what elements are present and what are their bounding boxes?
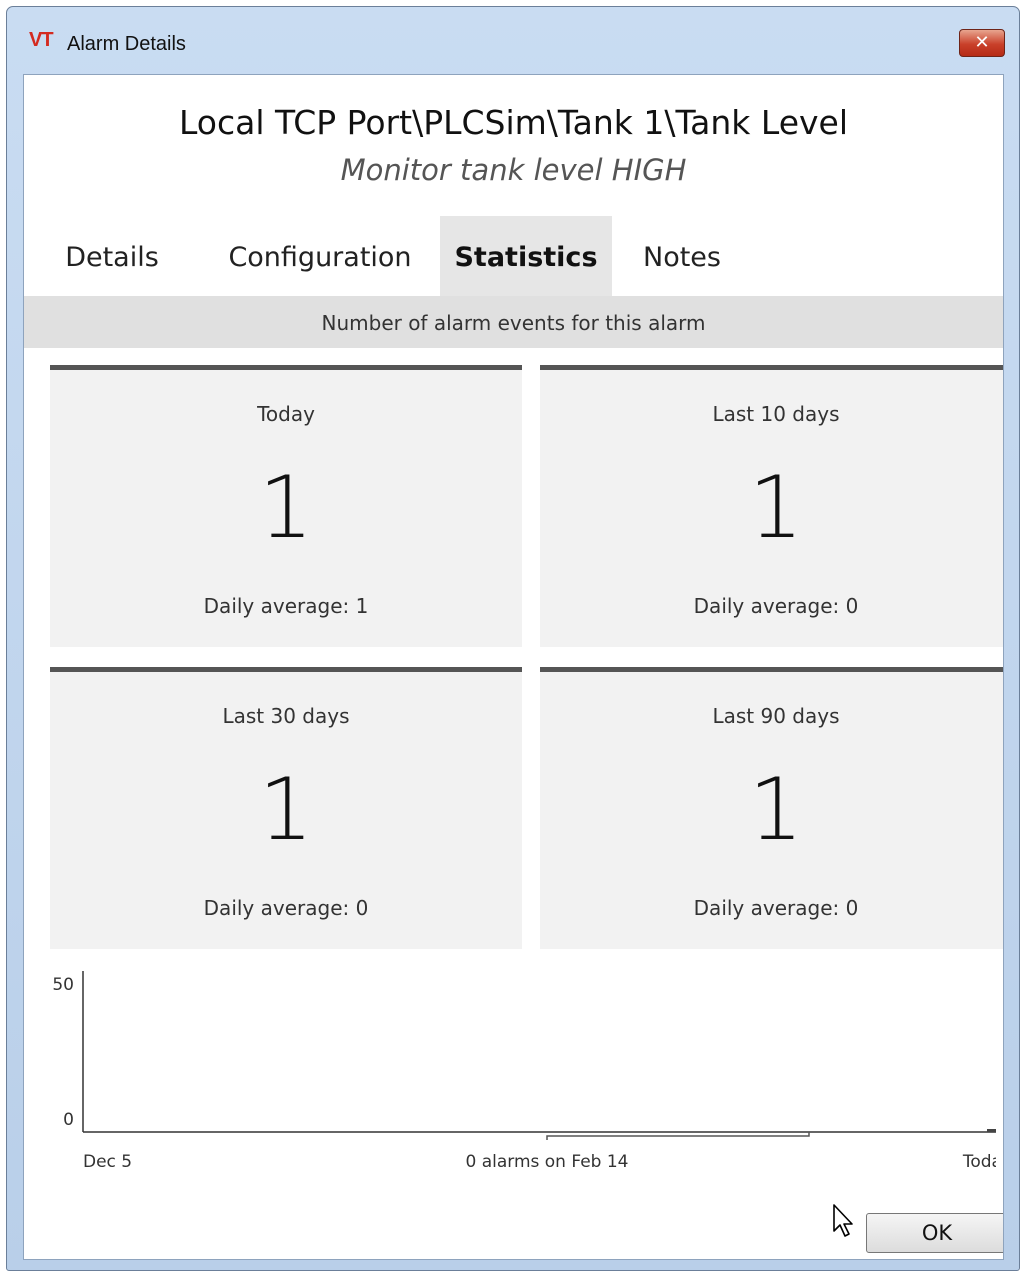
card-count: 1 [258,458,314,558]
card-title: Today [257,402,315,426]
card-daily-average: Daily average: 0 [203,896,369,920]
alarm-details-window: VT Alarm Details ✕ Local TCP Port\PLCSim… [6,6,1020,1271]
card-title: Last 30 days [222,704,350,728]
card-count: 1 [258,760,314,860]
ok-button[interactable]: OK [866,1213,1003,1253]
alarm-history-chart[interactable]: 50 0 Dec 5 0 alarms on Feb 14 Today [46,967,996,1187]
x-label-end: Today [962,1152,996,1172]
app-logo-icon: VT [29,29,54,51]
chart-bar[interactable] [987,1129,996,1132]
card-count: 1 [748,760,804,860]
dialog-body: Local TCP Port\PLCSim\Tank 1\Tank Level … [23,74,1004,1260]
stat-card-last-30-days: Last 30 days 1 Daily average: 0 [50,667,522,949]
stat-card-today: Today 1 Daily average: 1 [50,365,522,647]
card-daily-average: Daily average: 0 [693,594,859,618]
tab-configuration[interactable]: Configuration [222,216,418,296]
y-tick-label-max: 50 [52,975,74,995]
x-label-start: Dec 5 [83,1152,132,1172]
card-count: 1 [748,458,804,558]
chart-bars [987,1129,996,1132]
card-daily-average: Daily average: 0 [693,896,859,920]
date-range-bracket[interactable] [546,1132,810,1140]
tab-notes[interactable]: Notes [632,216,732,296]
alarm-description: Monitor tank level HIGH [340,153,687,187]
statistics-header: Number of alarm events for this alarm [24,296,1003,348]
stat-card-last-10-days: Last 10 days 1 Daily average: 0 [540,365,1003,647]
window-title: Alarm Details [67,33,186,55]
y-tick-label-min: 0 [63,1110,74,1130]
tab-details[interactable]: Details [54,216,170,296]
card-title: Last 10 days [712,402,840,426]
alarm-name: Local TCP Port\PLCSim\Tank 1\Tank Level [178,103,848,142]
card-daily-average: Daily average: 1 [203,594,369,618]
card-title: Last 90 days [712,704,840,728]
tab-statistics[interactable]: Statistics [440,216,612,296]
stat-card-last-90-days: Last 90 days 1 Daily average: 0 [540,667,1003,949]
chart-tooltip-text: 0 alarms on Feb 14 [465,1152,628,1172]
close-button[interactable]: ✕ [959,29,1005,57]
mouse-pointer-icon [833,1204,853,1237]
title-bar[interactable]: VT Alarm Details ✕ [7,7,1019,75]
